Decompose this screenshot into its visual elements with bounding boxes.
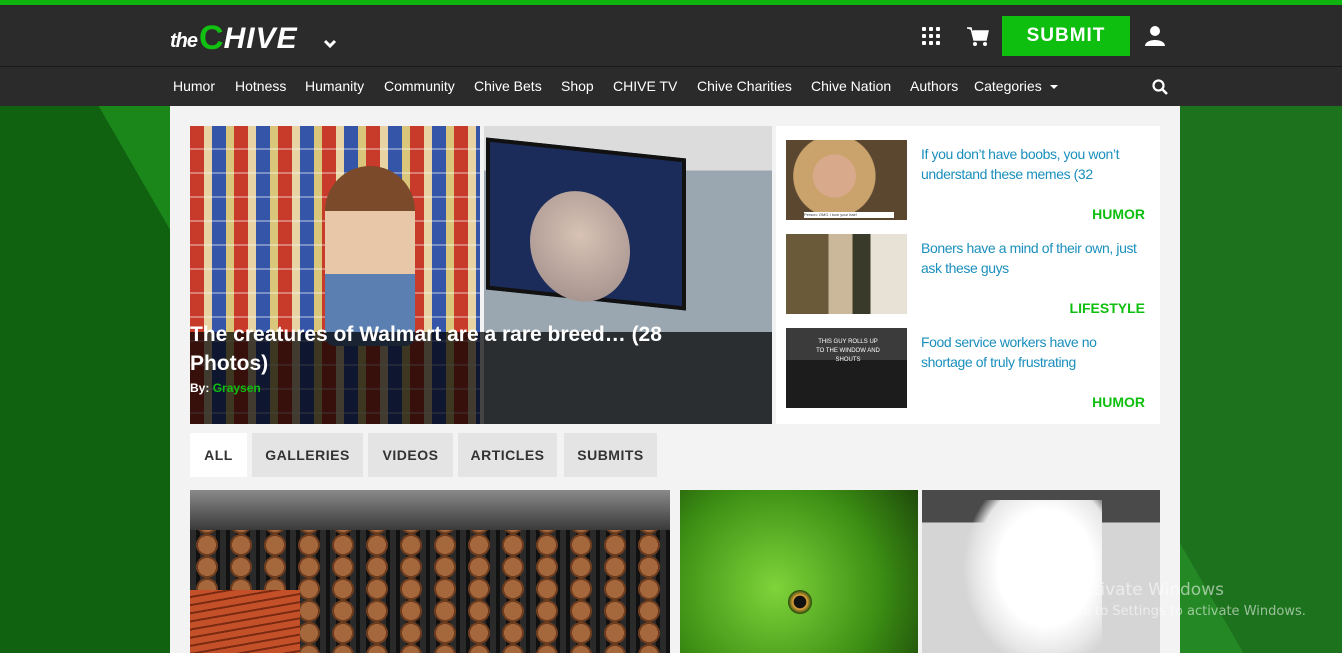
post-card-grill[interactable] <box>190 490 670 653</box>
sidebar-post[interactable]: Boners have a mind of their own, just as… <box>786 234 1150 318</box>
post-thumbnail[interactable]: Person: OMG I love your hair! <box>786 140 907 220</box>
post-title[interactable]: If you don’t have boobs, you won’t under… <box>921 144 1145 184</box>
nav-item-hotness[interactable]: Hotness <box>235 78 286 94</box>
featured-post[interactable] <box>190 126 772 424</box>
post-category[interactable]: HUMOR <box>1092 206 1145 222</box>
chevron-down-icon[interactable] <box>323 37 337 51</box>
nav-item-categories[interactable]: Categories <box>974 78 1059 94</box>
tab-all[interactable]: ALL <box>190 433 247 477</box>
featured-byline: By: Graysen <box>190 381 261 395</box>
watermark-line2: Go to Settings to activate Windows. <box>1073 604 1306 619</box>
post-title[interactable]: Food service workers have no shortage of… <box>921 332 1145 372</box>
main-content: The creatures of Walmart are a rare bree… <box>170 106 1180 653</box>
cart-icon[interactable] <box>967 27 989 47</box>
thumbnail-caption: Person: OMG I love your hair! <box>804 212 894 218</box>
post-thumbnail[interactable]: THIS GUY ROLLS UP TO THE WINDOW AND SHOU… <box>786 328 907 408</box>
caret-down-icon <box>1049 85 1058 89</box>
post-category[interactable]: HUMOR <box>1092 394 1145 410</box>
search-icon[interactable] <box>1152 79 1168 95</box>
nav-item-chive-tv[interactable]: CHIVE TV <box>613 78 677 94</box>
post-title[interactable]: Boners have a mind of their own, just as… <box>921 238 1145 278</box>
tab-videos[interactable]: VIDEOS <box>368 433 453 477</box>
watermark-line1: Activate Windows <box>1073 580 1224 600</box>
shopper-figure <box>325 166 415 346</box>
nav-item-shop[interactable]: Shop <box>561 78 594 94</box>
parrot-eye <box>788 590 812 614</box>
site-header: the C HIVE SUBMIT <box>0 5 1342 66</box>
nav-item-community[interactable]: Community <box>384 78 455 94</box>
apps-grid-icon[interactable] <box>922 27 940 45</box>
sidebar-post[interactable]: Person: OMG I love your hair! If you don… <box>786 140 1150 224</box>
post-card-parrots[interactable] <box>680 490 918 653</box>
featured-title[interactable]: The creatures of Walmart are a rare bree… <box>190 320 730 378</box>
user-icon[interactable] <box>1144 25 1166 47</box>
nav-item-chive-bets[interactable]: Chive Bets <box>474 78 542 94</box>
grill-lid <box>190 490 670 530</box>
categories-label: Categories <box>974 78 1042 94</box>
thumbnail-caption: THIS GUY ROLLS UP TO THE WINDOW AND SHOU… <box>816 339 880 363</box>
nav-item-humanity[interactable]: Humanity <box>305 78 364 94</box>
post-card-snow[interactable] <box>922 490 1160 653</box>
nav-item-authors[interactable]: Authors <box>910 78 958 94</box>
logo-c: C <box>199 19 224 57</box>
site-logo[interactable]: the C HIVE <box>170 19 298 57</box>
logo-hive: HIVE <box>223 22 298 55</box>
nav-item-chive-charities[interactable]: Chive Charities <box>697 78 792 94</box>
hotdogs <box>190 590 300 653</box>
nav-item-humor[interactable]: Humor <box>173 78 215 94</box>
sidebar-posts: Person: OMG I love your hair! If you don… <box>776 126 1160 424</box>
nav-item-chive-nation[interactable]: Chive Nation <box>811 78 891 94</box>
main-nav: Humor Hotness Humanity Community Chive B… <box>0 66 1342 106</box>
post-thumbnail[interactable] <box>786 234 907 314</box>
windows-activation-watermark: Activate Windows Go to Settings to activ… <box>1073 580 1306 619</box>
author-link[interactable]: Graysen <box>213 381 261 395</box>
snow-blob <box>962 500 1102 653</box>
tv-screen <box>486 137 686 311</box>
sidebar-post[interactable]: THIS GUY ROLLS UP TO THE WINDOW AND SHOU… <box>786 328 1150 412</box>
tab-articles[interactable]: ARTICLES <box>458 433 557 477</box>
tab-submits[interactable]: SUBMITS <box>564 433 657 477</box>
byline-label: By: <box>190 381 210 395</box>
submit-button[interactable]: SUBMIT <box>1002 16 1130 56</box>
baby-face <box>530 186 630 307</box>
tab-galleries[interactable]: GALLERIES <box>252 433 363 477</box>
post-category[interactable]: LIFESTYLE <box>1070 300 1145 316</box>
logo-the: the <box>170 30 198 52</box>
